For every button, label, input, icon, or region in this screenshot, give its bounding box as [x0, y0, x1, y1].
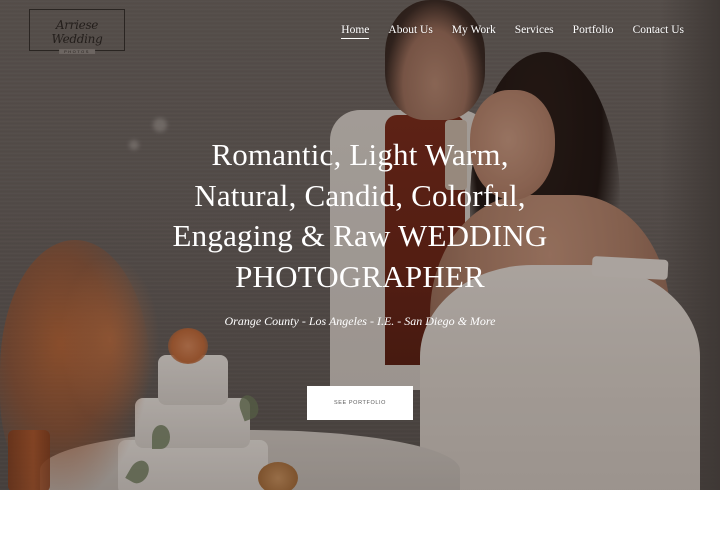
logo-sub-text: PHOTOS	[59, 49, 95, 54]
hero-headline: Romantic, Light Warm, Natural, Candid, C…	[120, 135, 600, 297]
hero-tagline: Orange County - Los Angeles - I.E. - San…	[224, 314, 496, 328]
nav-item-home[interactable]: Home	[341, 24, 370, 39]
below-hero-section	[0, 490, 720, 540]
hero-headline-line: Engaging & Raw WEDDING	[172, 218, 548, 253]
hero-headline-line: PHOTOGRAPHER	[235, 258, 485, 294]
hero-section: Arriese Wedding PHOTOS Home About Us My …	[0, 0, 720, 490]
see-portfolio-button[interactable]: SEE PORTFOLIO	[307, 386, 413, 420]
nav-item-my-work[interactable]: My Work	[452, 24, 496, 39]
site-logo[interactable]: Arriese Wedding PHOTOS	[29, 9, 125, 54]
nav-item-contact-us[interactable]: Contact Us	[633, 24, 684, 39]
hero-headline-line: Romantic, Light Warm,	[211, 137, 509, 172]
logo-script-text: Arriese Wedding	[51, 18, 103, 46]
main-nav: Home About Us My Work Services Portfolio…	[341, 24, 684, 39]
nav-item-about-us[interactable]: About Us	[388, 24, 432, 39]
hero-headline-line: Natural, Candid, Colorful,	[194, 177, 526, 213]
nav-item-services[interactable]: Services	[515, 24, 554, 39]
nav-item-portfolio[interactable]: Portfolio	[573, 24, 614, 39]
